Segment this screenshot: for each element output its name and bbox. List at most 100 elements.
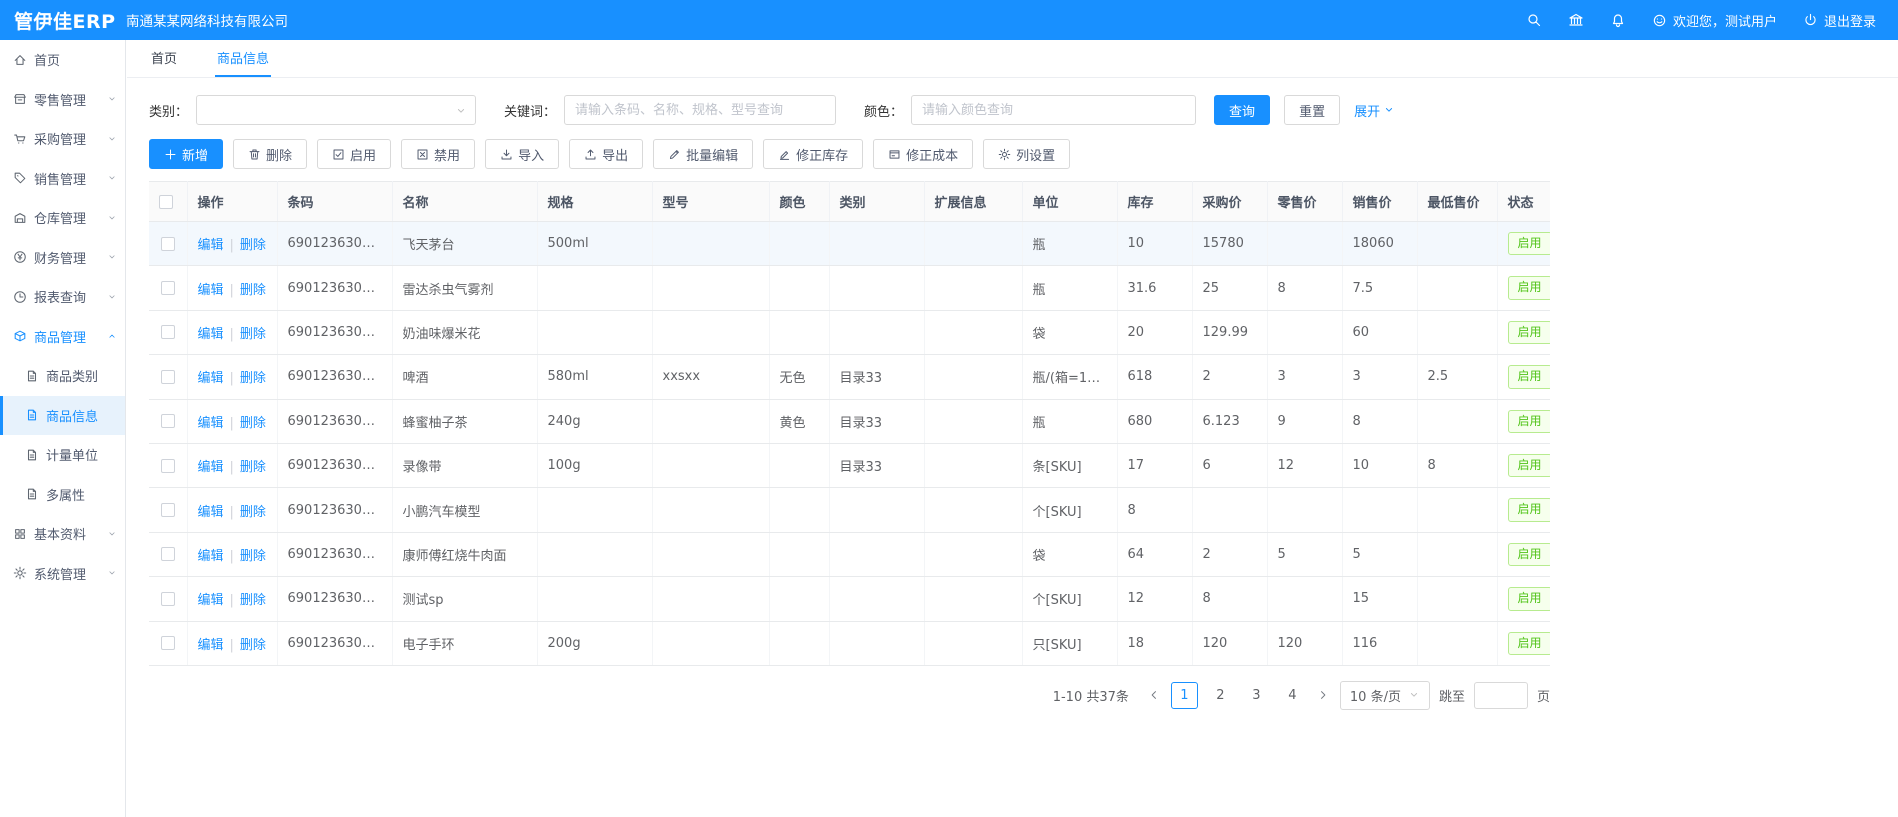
- toolbar-button-label: 禁用: [434, 145, 460, 164]
- cell-category: 目录33: [829, 355, 924, 399]
- sidebar-item-8[interactable]: 商品类别: [0, 356, 125, 396]
- page-button-3[interactable]: 3: [1243, 682, 1270, 709]
- cell-ops: 编辑|删除: [187, 443, 277, 487]
- sidebar-item-3[interactable]: 销售管理: [0, 159, 125, 199]
- row-checkbox[interactable]: [161, 370, 175, 384]
- search-button[interactable]: 查询: [1214, 95, 1270, 125]
- page-button-4[interactable]: 4: [1279, 682, 1306, 709]
- edit-link[interactable]: 编辑: [198, 238, 224, 253]
- sidebar-item-9[interactable]: 商品信息: [0, 396, 125, 436]
- row-checkbox[interactable]: [161, 592, 175, 606]
- bell-icon[interactable]: [1610, 12, 1626, 28]
- status-badge[interactable]: 启用: [1508, 365, 1551, 388]
- status-badge[interactable]: 启用: [1508, 276, 1551, 299]
- sidebar-item-12[interactable]: 基本资料: [0, 514, 125, 554]
- toolbar-button-9[interactable]: 列设置: [983, 139, 1070, 169]
- delete-link[interactable]: 删除: [240, 638, 266, 653]
- sidebar-item-13[interactable]: 系统管理: [0, 554, 125, 594]
- sidebar-item-7[interactable]: 商品管理: [0, 317, 125, 357]
- cell-status: 启用: [1497, 621, 1550, 665]
- tab-0[interactable]: 首页: [149, 39, 179, 77]
- delete-link[interactable]: 删除: [240, 371, 266, 386]
- sidebar-item-5[interactable]: 财务管理: [0, 238, 125, 278]
- toolbar-button-0[interactable]: 新增: [149, 139, 223, 169]
- status-badge[interactable]: 启用: [1508, 232, 1551, 255]
- status-badge[interactable]: 启用: [1508, 454, 1551, 477]
- edit-link[interactable]: 编辑: [198, 505, 224, 520]
- app-logo[interactable]: 管伊佳ERP: [0, 7, 112, 34]
- toolbar-button-4[interactable]: 导入: [485, 139, 559, 169]
- delete-link[interactable]: 删除: [240, 593, 266, 608]
- delete-link[interactable]: 删除: [240, 505, 266, 520]
- row-checkbox[interactable]: [161, 503, 175, 517]
- edit-link[interactable]: 编辑: [198, 371, 224, 386]
- sidebar-item-2[interactable]: 采购管理: [0, 119, 125, 159]
- edit-link[interactable]: 编辑: [198, 460, 224, 475]
- delete-link[interactable]: 删除: [240, 327, 266, 342]
- portal-icon[interactable]: [1568, 12, 1584, 28]
- toolbar-button-5[interactable]: 导出: [569, 139, 643, 169]
- edit-link[interactable]: 编辑: [198, 549, 224, 564]
- status-badge[interactable]: 启用: [1508, 321, 1551, 344]
- edit-link[interactable]: 编辑: [198, 416, 224, 431]
- delete-link[interactable]: 删除: [240, 416, 266, 431]
- jump-page-input[interactable]: [1474, 682, 1528, 709]
- toolbar-button-3[interactable]: 禁用: [401, 139, 475, 169]
- sidebar: 首页零售管理采购管理销售管理仓库管理财务管理报表查询商品管理商品类别商品信息计量…: [0, 40, 126, 817]
- edit-link[interactable]: 编辑: [198, 593, 224, 608]
- row-checkbox[interactable]: [161, 414, 175, 428]
- warehouse-icon: [13, 211, 27, 225]
- row-checkbox[interactable]: [161, 325, 175, 339]
- sidebar-item-11[interactable]: 多属性: [0, 475, 125, 515]
- toolbar-button-8[interactable]: 修正成本: [873, 139, 973, 169]
- row-checkbox[interactable]: [161, 636, 175, 650]
- delete-link[interactable]: 删除: [240, 238, 266, 253]
- edit-link[interactable]: 编辑: [198, 327, 224, 342]
- logout-button[interactable]: 退出登录: [1803, 11, 1876, 30]
- page-size-select[interactable]: 10 条/页: [1340, 681, 1430, 710]
- search-icon[interactable]: [1526, 12, 1542, 28]
- toolbar-button-1[interactable]: 删除: [233, 139, 307, 169]
- cell-name: 电子手环: [392, 621, 537, 665]
- tab-1[interactable]: 商品信息: [215, 39, 271, 77]
- delete-link[interactable]: 删除: [240, 549, 266, 564]
- cell-status: 启用: [1497, 577, 1550, 621]
- color-input[interactable]: [911, 95, 1196, 125]
- status-badge[interactable]: 启用: [1508, 587, 1551, 610]
- edit-link[interactable]: 编辑: [198, 638, 224, 653]
- row-checkbox[interactable]: [161, 237, 175, 251]
- keyword-input[interactable]: [564, 95, 836, 125]
- user-welcome[interactable]: 欢迎您，测试用户: [1652, 11, 1777, 30]
- page-button-2[interactable]: 2: [1207, 682, 1234, 709]
- sidebar-item-0[interactable]: 首页: [0, 40, 125, 80]
- select-all-checkbox[interactable]: [159, 195, 173, 209]
- delete-link[interactable]: 删除: [240, 460, 266, 475]
- status-badge[interactable]: 启用: [1508, 543, 1551, 566]
- toolbar-button-6[interactable]: 批量编辑: [653, 139, 753, 169]
- reset-button[interactable]: 重置: [1284, 95, 1340, 125]
- status-badge[interactable]: 启用: [1508, 632, 1551, 655]
- cell-stock: 31.6: [1117, 266, 1192, 310]
- prev-page-button[interactable]: [1146, 689, 1162, 701]
- row-checkbox[interactable]: [161, 281, 175, 295]
- edit-link[interactable]: 编辑: [198, 283, 224, 298]
- sidebar-menu: 首页零售管理采购管理销售管理仓库管理财务管理报表查询商品管理商品类别商品信息计量…: [0, 40, 125, 593]
- status-badge[interactable]: 启用: [1508, 410, 1551, 433]
- category-select[interactable]: [196, 95, 476, 125]
- cell-purchase: 2: [1192, 532, 1267, 576]
- sidebar-item-4[interactable]: 仓库管理: [0, 198, 125, 238]
- toolbar-button-2[interactable]: 启用: [317, 139, 391, 169]
- sidebar-item-1[interactable]: 零售管理: [0, 80, 125, 120]
- page-button-1[interactable]: 1: [1171, 682, 1198, 709]
- cell-name: 测试sp: [392, 577, 537, 621]
- row-checkbox[interactable]: [161, 547, 175, 561]
- row-checkbox[interactable]: [161, 459, 175, 473]
- delete-link[interactable]: 删除: [240, 283, 266, 298]
- expand-link[interactable]: 展开: [1354, 101, 1395, 120]
- sidebar-item-6[interactable]: 报表查询: [0, 277, 125, 317]
- sidebar-item-10[interactable]: 计量单位: [0, 435, 125, 475]
- chevron-down-icon: [107, 292, 117, 302]
- toolbar-button-7[interactable]: 修正库存: [763, 139, 863, 169]
- status-badge[interactable]: 启用: [1508, 498, 1551, 521]
- next-page-button[interactable]: [1315, 689, 1331, 701]
